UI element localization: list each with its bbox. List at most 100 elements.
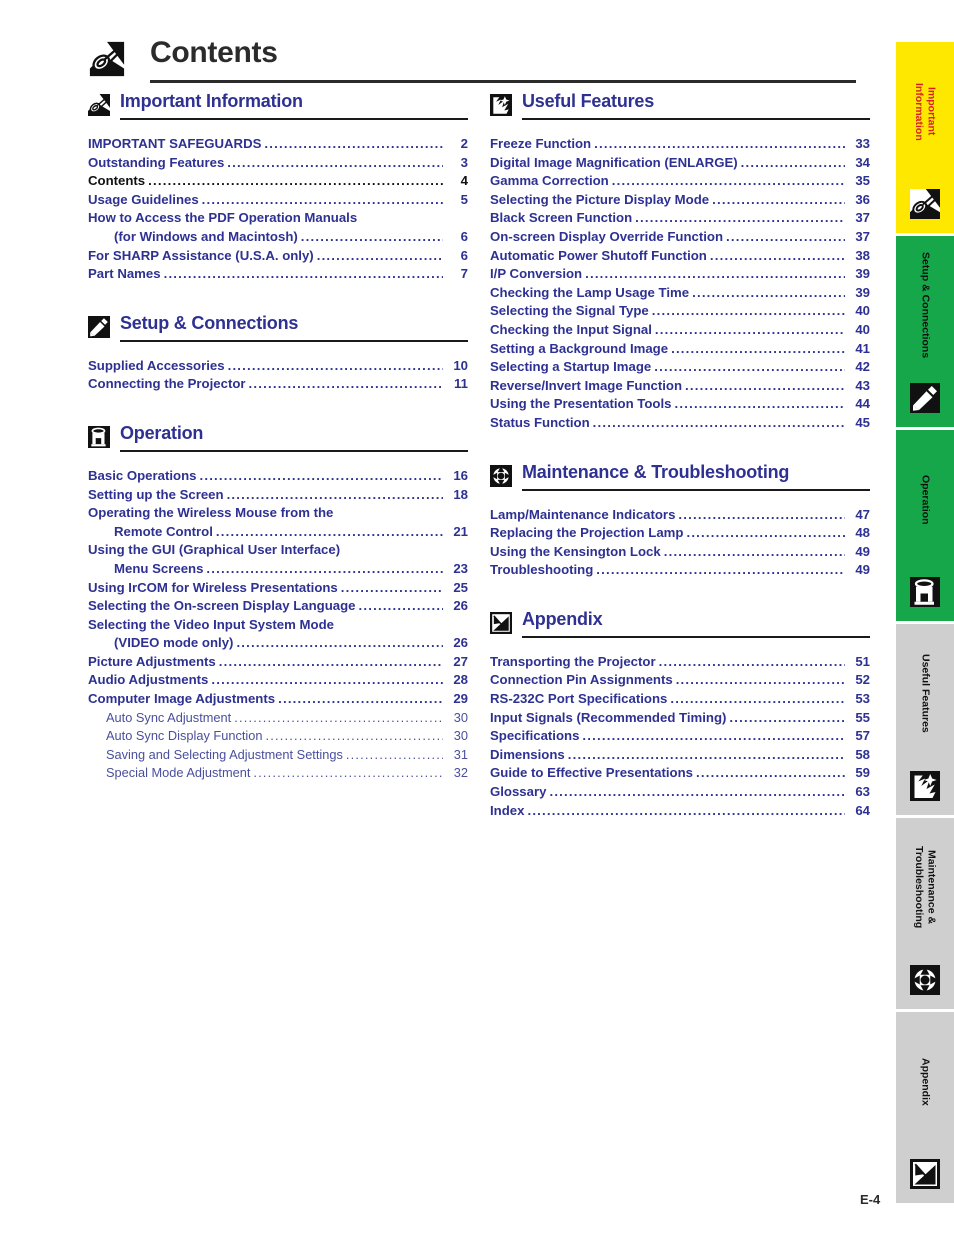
toc-entry-page: 11 <box>454 376 468 392</box>
toc-entry-page: 41 <box>855 340 870 356</box>
toc-entry-label: Gamma Correction <box>490 173 609 189</box>
toc-entry-label: Special Mode Adjustment <box>106 765 251 781</box>
toc-entry[interactable]: Picture Adjustments.....................… <box>88 653 468 672</box>
toc-entry[interactable]: Setting a Background Image..............… <box>490 340 870 359</box>
toc-entry-label: Operating the Wireless Mouse from the <box>88 505 334 521</box>
toc-entry-page: 28 <box>453 672 468 688</box>
toc-entry-list: Freeze Function.........................… <box>490 135 870 433</box>
toc-entry-label: Automatic Power Shutoff Function <box>490 247 707 263</box>
toc-entry[interactable]: Selecting the Picture Display Mode......… <box>490 191 870 210</box>
toc-entry[interactable]: For SHARP Assistance (U.S.A. only)......… <box>88 247 468 266</box>
toc-entry[interactable]: Digital Image Magnification (ENLARGE)...… <box>490 154 870 173</box>
plug-icon <box>88 315 110 338</box>
toc-entry[interactable]: Selecting the Video Input System Mode...… <box>88 616 468 635</box>
toc-entry[interactable]: Setting up the Screen...................… <box>88 486 468 505</box>
toc-entry[interactable]: Usage Guidelines........................… <box>88 191 468 210</box>
toc-entry-page: 31 <box>453 746 468 762</box>
toc-entry[interactable]: How to Access the PDF Operation Manuals.… <box>88 209 468 228</box>
toc-entry[interactable]: (VIDEO mode only).......................… <box>88 634 468 653</box>
toc-entry[interactable]: Remote Control..........................… <box>88 523 468 542</box>
toc-entry[interactable]: Glossary................................… <box>490 783 870 802</box>
toc-entry[interactable]: Part Names..............................… <box>88 265 468 284</box>
toc-entry-label: Using the GUI (Graphical User Interface) <box>88 542 341 558</box>
toc-entry-label: Using the Kensington Lock <box>490 543 661 559</box>
toc-entry[interactable]: Troubleshooting.........................… <box>490 561 870 580</box>
toc-entry[interactable]: Auto Sync Display Function..............… <box>88 727 468 746</box>
toc-entry[interactable]: Lamp/Maintenance Indicators.............… <box>490 506 870 525</box>
tab-operation[interactable]: Operation <box>896 430 954 621</box>
toc-entry[interactable]: RS-232C Port Specifications.............… <box>490 690 870 709</box>
toc-entry[interactable]: Freeze Function.........................… <box>490 135 870 154</box>
tab-appendix[interactable]: Appendix <box>896 1012 954 1203</box>
toc-entry[interactable]: Connection Pin Assignments..............… <box>490 671 870 690</box>
toc-entry[interactable]: Selecting the Signal Type...............… <box>490 302 870 321</box>
toc-entry[interactable]: Contents................................… <box>88 172 468 191</box>
toc-entry-page: 6 <box>460 247 468 263</box>
toc-entry[interactable]: Status Function.........................… <box>490 414 870 433</box>
toc-leader-dots: ........................................… <box>345 746 443 762</box>
toc-entry[interactable]: Replacing the Projection Lamp...........… <box>490 524 870 543</box>
section-title: Maintenance & Troubleshooting <box>522 461 790 482</box>
toc-entry[interactable]: Reverse/Invert Image Function...........… <box>490 377 870 396</box>
tab-label: Appendix <box>919 1057 932 1106</box>
toc-entry-page: 49 <box>855 543 870 559</box>
toc-entry-page: 38 <box>855 247 870 263</box>
toc-entry-page: 10 <box>453 357 468 373</box>
toc-entry[interactable]: On-screen Display Override Function.....… <box>490 228 870 247</box>
toc-entry-page: 42 <box>855 359 870 375</box>
toc-entry[interactable]: Audio Adjustments.......................… <box>88 671 468 690</box>
toc-entry[interactable]: Using the Kensington Lock...............… <box>490 543 870 562</box>
toc-entry[interactable]: Outstanding Features....................… <box>88 154 468 173</box>
toc-entry[interactable]: Index...................................… <box>490 802 870 821</box>
tab-maintenance-troubleshooting[interactable]: Maintenance & Troubleshooting <box>896 818 954 1009</box>
toc-entry[interactable]: Saving and Selecting Adjustment Settings… <box>88 746 468 765</box>
tab-setup-connections[interactable]: Setup & Connections <box>896 236 954 427</box>
toc-entry-label: Auto Sync Adjustment <box>106 709 232 725</box>
toc-leader-dots: ........................................… <box>635 210 845 226</box>
toc-entry[interactable]: Gamma Correction........................… <box>490 172 870 191</box>
page-title: Contents <box>150 36 278 69</box>
toc-entry[interactable]: Using IrCOM for Wireless Presentations..… <box>88 579 468 598</box>
toc-entry[interactable]: Checking the Lamp Usage Time............… <box>490 284 870 303</box>
toc-entry[interactable]: (for Windows and Macintosh).............… <box>88 228 468 247</box>
toc-entry-label: (for Windows and Macintosh) <box>114 228 298 244</box>
toc-entry[interactable]: IMPORTANT SAFEGUARDS....................… <box>88 135 468 154</box>
toc-entry[interactable]: Connecting the Projector................… <box>88 375 468 394</box>
toc-entry-page: 55 <box>855 709 870 725</box>
toc-leader-dots: ........................................… <box>582 728 845 744</box>
toc-leader-dots: ........................................… <box>596 562 845 578</box>
toc-entry[interactable]: Checking the Input Signal...............… <box>490 321 870 340</box>
toc-entry[interactable]: Dimensions..............................… <box>490 746 870 765</box>
toc-entry-label: Transporting the Projector <box>490 653 656 669</box>
toc-entry[interactable]: Specifications..........................… <box>490 727 870 746</box>
toc-entry[interactable]: Operating the Wireless Mouse from the...… <box>88 504 468 523</box>
cursor-arrow-icon <box>910 1159 940 1189</box>
toc-entry[interactable]: Supplied Accessories....................… <box>88 357 468 376</box>
toc-entry[interactable]: Automatic Power Shutoff Function........… <box>490 247 870 266</box>
toc-entry[interactable]: Special Mode Adjustment.................… <box>88 764 468 783</box>
section-divider <box>522 118 870 120</box>
toc-entry[interactable]: Computer Image Adjustments..............… <box>88 690 468 709</box>
toc-leader-dots: ........................................… <box>549 784 845 800</box>
toc-entry[interactable]: Input Signals (Recommended Timing)......… <box>490 709 870 728</box>
tab-label: Maintenance & Troubleshooting <box>913 846 938 929</box>
toc-entry[interactable]: Using the GUI (Graphical User Interface)… <box>88 541 468 560</box>
toc-entry[interactable]: Menu Screens............................… <box>88 560 468 579</box>
tab-useful-features[interactable]: Useful Features <box>896 624 954 815</box>
section-header: Useful Features <box>490 91 870 126</box>
toc-entry[interactable]: I/P Conversion..........................… <box>490 265 870 284</box>
toc-leader-dots: ........................................… <box>726 228 845 244</box>
section-divider <box>120 449 468 452</box>
toc-entry[interactable]: Guide to Effective Presentations........… <box>490 764 870 783</box>
toc-entry[interactable]: Transporting the Projector..............… <box>490 653 870 672</box>
toc-entry[interactable]: Selecting the On-screen Display Language… <box>88 597 468 616</box>
toc-entry[interactable]: Selecting a Startup Image...............… <box>490 358 870 377</box>
toc-entry[interactable]: Basic Operations........................… <box>88 467 468 486</box>
toc-entry[interactable]: Using the Presentation Tools............… <box>490 395 870 414</box>
toc-entry[interactable]: Auto Sync Adjustment....................… <box>88 709 468 728</box>
tab-important-information[interactable]: Important Information <box>896 42 954 233</box>
life-ring-icon <box>910 965 940 995</box>
toc-entry-page: 2 <box>460 136 468 151</box>
toc-entry[interactable]: Black Screen Function...................… <box>490 209 870 228</box>
toc-entry-label: Saving and Selecting Adjustment Settings <box>106 746 343 762</box>
